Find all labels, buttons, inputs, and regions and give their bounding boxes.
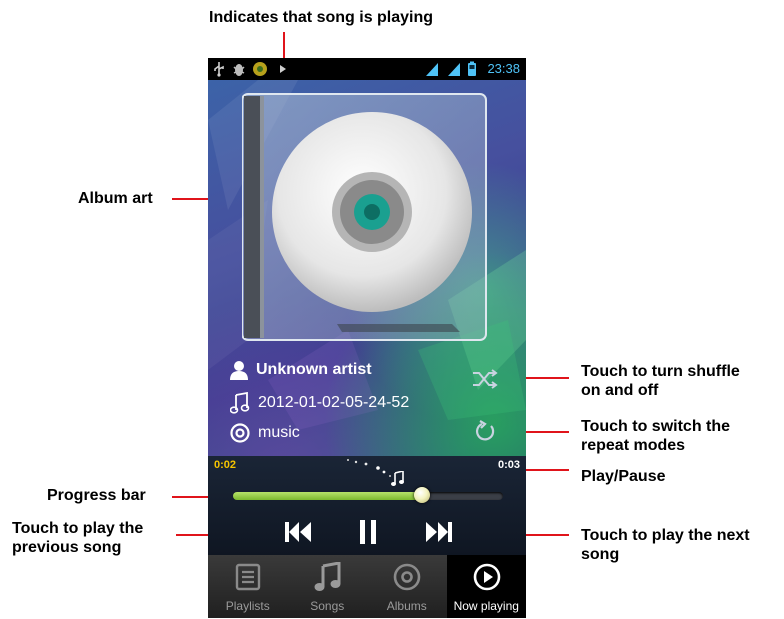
annotation-album-art: Album art [78,190,153,207]
tab-label: Now playing [453,599,519,613]
phone-screen: 23:38 Unknown artist 2012-01-02-05-24-52… [208,58,526,618]
notification-icon [253,62,267,76]
album-name: music [258,424,300,441]
elapsed-time: 0:02 [214,459,237,471]
annotation-progress-bar: Progress bar [47,487,146,504]
annotation-repeat-line2: repeat modes [581,437,686,454]
progress-fill [233,492,422,500]
annotation-next-line2: song [581,546,620,563]
shuffle-icon[interactable] [472,368,498,390]
tab-bar: Playlists Songs Albums Now playing [208,555,526,618]
annotation-repeat-line1: Touch to switch the [581,418,731,435]
tab-label: Songs [310,599,345,613]
tab-now-playing[interactable]: Now playing [446,555,526,618]
music-note-icon [391,471,404,486]
title-row: 2012-01-02-05-24-52 [230,392,409,414]
playlist-icon [235,563,261,591]
album-row: music [230,423,300,443]
progress-bar[interactable] [233,487,503,503]
annotation-prev-line2: previous song [12,539,122,556]
playing-indicator-icon [280,65,286,73]
tab-songs[interactable]: Songs [288,555,368,618]
total-time: 0:03 [497,459,520,471]
annotation-play-pause: Play/Pause [581,468,666,485]
annotation-shuffle: Touch to turn shuffle on and off [581,362,740,400]
annotation-prev: Touch to play the previous song [12,519,143,557]
person-icon [230,361,248,380]
cd-case-icon [241,93,487,341]
annotation-prev-line1: Touch to play the [12,520,144,537]
repeat-icon[interactable] [474,420,496,442]
progress-thumb[interactable] [414,487,430,503]
debug-icon [233,64,245,76]
tab-label: Playlists [225,599,270,613]
music-note-icon [314,562,340,591]
tab-albums[interactable]: Albums [367,555,447,618]
annotation-shuffle-line2: on and off [581,382,659,399]
next-button[interactable] [425,520,453,544]
disc-icon [230,423,250,443]
song-title: 2012-01-02-05-24-52 [258,394,410,411]
annotation-line-song-playing [283,32,285,60]
annotation-next-line1: Touch to play the next [581,527,750,544]
status-time: 23:38 [487,61,520,76]
music-note-icon [230,392,250,414]
tab-playlists[interactable]: Playlists [208,555,288,618]
previous-button[interactable] [284,520,312,544]
annotation-shuffle-line1: Touch to turn shuffle [581,363,740,380]
status-bar: 23:38 [208,58,526,80]
usb-icon [214,62,224,77]
tab-label: Albums [386,599,427,613]
artist-name: Unknown artist [256,361,372,378]
battery-icon [468,61,476,76]
playback-controls: 0:02 0:03 [208,456,526,556]
disc-icon [393,563,421,591]
play-pause-button[interactable] [359,519,377,545]
album-art[interactable] [241,92,492,342]
signal-icon [426,63,438,76]
annotation-next: Touch to play the next song [581,526,750,564]
play-circle-icon [473,563,500,591]
artist-row: Unknown artist [230,360,372,380]
annotation-song-playing: Indicates that song is playing [209,9,434,26]
signal-icon [448,63,460,76]
annotation-repeat: Touch to switch the repeat modes [581,417,730,455]
